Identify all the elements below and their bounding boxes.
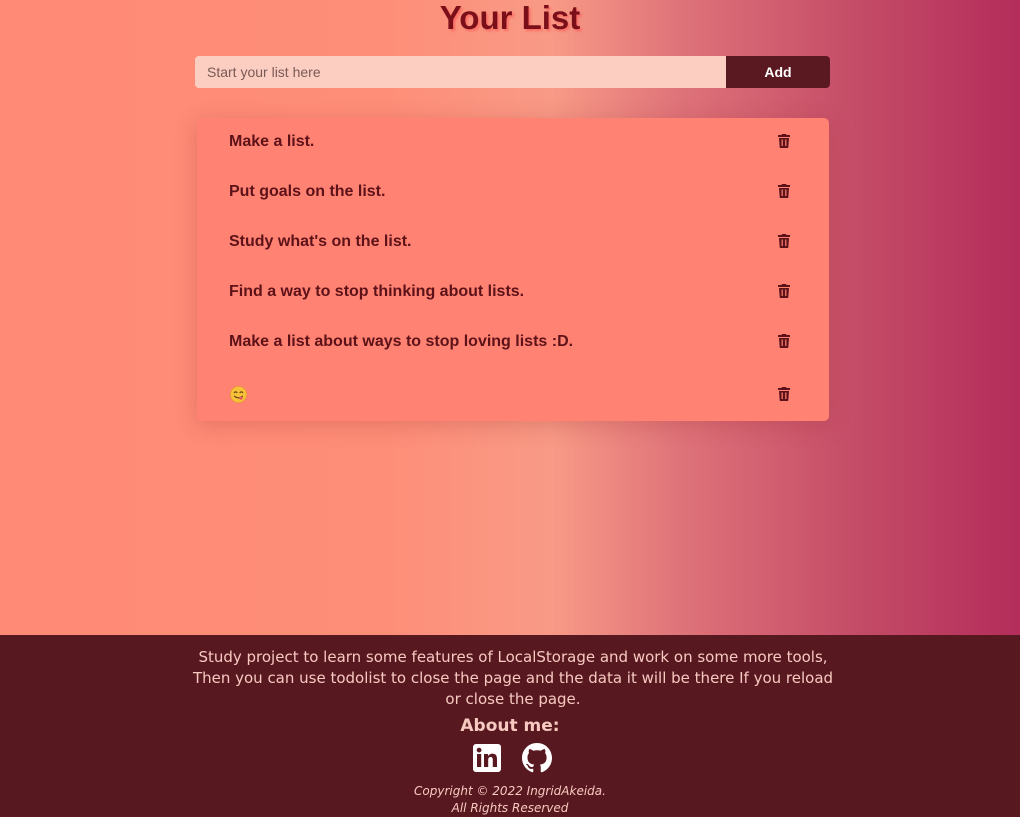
about-heading: About me:	[460, 716, 560, 736]
list-input[interactable]	[195, 56, 726, 88]
list-item: Find a way to stop thinking about lists.	[197, 268, 829, 318]
trash-icon[interactable]	[775, 232, 793, 250]
project-description: Study project to learn some features of …	[192, 648, 834, 708]
list-item-text: Make a list.	[229, 133, 315, 150]
trash-icon[interactable]	[775, 182, 793, 200]
trash-icon[interactable]	[775, 385, 793, 403]
copyright-line: Copyright © 2022 IngridAkeida.	[414, 784, 606, 798]
list-item-text: Make a list about ways to stop loving li…	[229, 333, 574, 350]
trash-icon[interactable]	[775, 132, 793, 150]
todo-list: Make a list. Put goals on the list. Stud…	[197, 118, 829, 421]
list-item	[197, 368, 829, 418]
trash-icon[interactable]	[775, 282, 793, 300]
list-item: Study what's on the list.	[197, 218, 829, 268]
social-links	[472, 743, 552, 773]
add-button[interactable]: Add	[726, 56, 830, 88]
smiling-face-savoring-food-icon	[230, 386, 247, 408]
trash-icon[interactable]	[775, 332, 793, 350]
github-icon[interactable]	[522, 743, 552, 773]
copyright: Copyright © 2022 IngridAkeida. All Right…	[0, 783, 1020, 817]
list-item: Make a list.	[197, 118, 829, 168]
add-item-form: Add	[195, 56, 830, 88]
footer: Study project to learn some features of …	[0, 635, 1020, 817]
list-item: Make a list about ways to stop loving li…	[197, 318, 829, 368]
rights-line: All Rights Reserved	[451, 801, 569, 815]
list-item-text: Find a way to stop thinking about lists.	[229, 283, 525, 300]
list-item: Put goals on the list.	[197, 168, 829, 218]
list-item-text: Put goals on the list.	[229, 183, 386, 200]
linkedin-icon[interactable]	[472, 743, 502, 773]
page-title: Your List	[439, 0, 581, 36]
list-item-text: Study what's on the list.	[229, 233, 412, 250]
